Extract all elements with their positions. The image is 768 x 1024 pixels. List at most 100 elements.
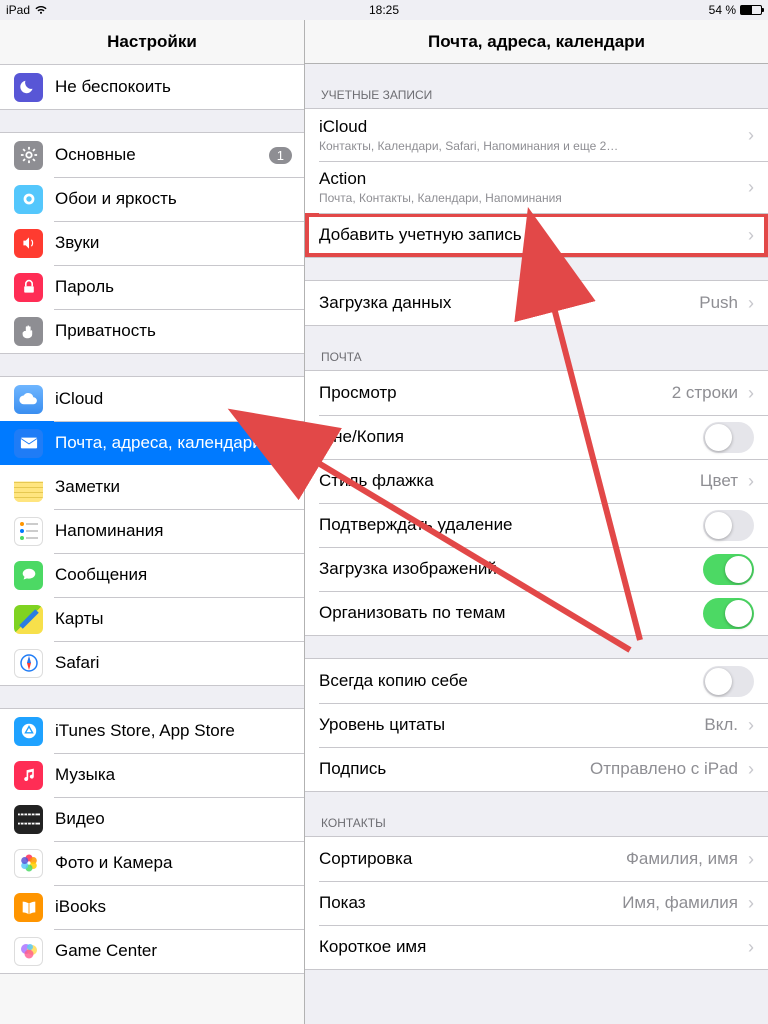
chevron-right-icon: ›: [748, 893, 754, 914]
setting-value: Имя, фамилия: [622, 893, 738, 913]
setting-value: Вкл.: [704, 715, 738, 735]
reminders-icon: [14, 517, 43, 546]
toggle-switch[interactable]: [703, 666, 754, 697]
sidebar-item-cloud[interactable]: iCloud: [0, 377, 304, 421]
sidebar-item-lock[interactable]: Пароль: [0, 265, 304, 309]
sidebar-item-label: Обои и яркость: [55, 189, 177, 209]
setting-row[interactable]: Уровень цитатыВкл.›: [305, 703, 768, 747]
video-icon: [14, 805, 43, 834]
mail2-group: Всегда копию себеУровень цитатыВкл.›Подп…: [305, 658, 768, 792]
setting-row[interactable]: Короткое имя›: [305, 925, 768, 969]
setting-value: 2 строки: [672, 383, 738, 403]
account-row[interactable]: iCloud Контакты, Календари, Safari, Напом…: [305, 109, 768, 161]
setting-row[interactable]: Организовать по темам: [305, 591, 768, 635]
setting-row[interactable]: ПоказИмя, фамилия›: [305, 881, 768, 925]
sidebar-item-notes[interactable]: Заметки: [0, 465, 304, 509]
sidebar-item-gamecenter[interactable]: Game Center: [0, 929, 304, 973]
settings-sidebar: Настройки Не беспокоить Основные1 Обои и я…: [0, 20, 305, 1024]
chevron-right-icon: ›: [748, 293, 754, 314]
setting-row[interactable]: Загрузка изображений: [305, 547, 768, 591]
toggle-switch[interactable]: [703, 510, 754, 541]
account-title: Добавить учетную запись: [319, 225, 742, 245]
sidebar-item-mail[interactable]: Почта, адреса, календари: [0, 421, 304, 465]
sidebar-item-label: Game Center: [55, 941, 157, 961]
sidebar-item-label: Safari: [55, 653, 99, 673]
setting-row[interactable]: СортировкаФамилия, имя›: [305, 837, 768, 881]
detail-title: Почта, адреса, календари: [305, 20, 768, 64]
compass-icon: [14, 649, 43, 678]
sidebar-item-label: iBooks: [55, 897, 106, 917]
setting-row[interactable]: Всегда копию себе: [305, 659, 768, 703]
sidebar-item-label: Фото и Камера: [55, 853, 172, 873]
music-icon: [14, 761, 43, 790]
sidebar-item-label: Музыка: [55, 765, 115, 785]
sidebar-item-label: iTunes Store, App Store: [55, 721, 235, 741]
account-row[interactable]: ActionПочта, Контакты, Календари, Напоми…: [305, 161, 768, 213]
setting-row[interactable]: Стиль флажкаЦвет›: [305, 459, 768, 503]
sidebar-title: Настройки: [0, 20, 304, 64]
sidebar-item-label: Сообщения: [55, 565, 147, 585]
chevron-right-icon: ›: [748, 125, 754, 146]
sidebar-item-label: Карты: [55, 609, 103, 629]
toggle-switch[interactable]: [703, 422, 754, 453]
speaker-icon: [14, 229, 43, 258]
accounts-group: iCloud Контакты, Календари, Safari, Напом…: [305, 108, 768, 258]
setting-row[interactable]: ПодписьОтправлено с iPad›: [305, 747, 768, 791]
sidebar-item-wallpaper[interactable]: Обои и яркость: [0, 177, 304, 221]
setting-title: Подпись: [319, 759, 590, 779]
setting-row[interactable]: Подтверждать удаление: [305, 503, 768, 547]
section-header-contacts: КОНТАКТЫ: [305, 792, 768, 836]
clock: 18:25: [369, 3, 399, 17]
sidebar-item-label: Звуки: [55, 233, 99, 253]
sidebar-item-label: Приватность: [55, 321, 156, 341]
sidebar-item-video[interactable]: Видео: [0, 797, 304, 841]
setting-title: Сортировка: [319, 849, 626, 869]
sidebar-item-label: Заметки: [55, 477, 120, 497]
toggle-switch[interactable]: [703, 598, 754, 629]
add-account-row[interactable]: Добавить учетную запись ›: [305, 213, 768, 257]
device-label: iPad: [6, 3, 30, 17]
sidebar-item-hand[interactable]: Приватность: [0, 309, 304, 353]
notes-icon: [14, 473, 43, 502]
maps-icon: [14, 605, 43, 634]
chevron-right-icon: ›: [748, 849, 754, 870]
cloud-icon: [14, 385, 43, 414]
sidebar-item-gear[interactable]: Основные1: [0, 133, 304, 177]
contacts-group: СортировкаФамилия, имя›ПоказИмя, фамилия…: [305, 836, 768, 970]
sidebar-item-speaker[interactable]: Звуки: [0, 221, 304, 265]
chevron-right-icon: ›: [748, 225, 754, 246]
sidebar-item-compass[interactable]: Safari: [0, 641, 304, 685]
sidebar-item-appstore[interactable]: iTunes Store, App Store: [0, 709, 304, 753]
sidebar-item-label: Пароль: [55, 277, 114, 297]
battery-percent: 54 %: [709, 3, 736, 17]
setting-row[interactable]: Мне/Копия: [305, 415, 768, 459]
chevron-right-icon: ›: [748, 715, 754, 736]
messages-icon: [14, 561, 43, 590]
setting-title: Всегда копию себе: [319, 671, 703, 691]
setting-title: Организовать по темам: [319, 603, 703, 623]
account-sub: Контакты, Календари, Safari, Напоминания…: [319, 139, 742, 153]
section-header-accounts: УЧЕТНЫЕ ЗАПИСИ: [305, 64, 768, 108]
chevron-right-icon: ›: [748, 383, 754, 404]
sidebar-item-moon[interactable]: Не беспокоить: [0, 65, 304, 109]
fetch-value: Push: [699, 293, 738, 313]
sidebar-item-label: Видео: [55, 809, 105, 829]
sidebar-item-reminders[interactable]: Напоминания: [0, 509, 304, 553]
fetch-group: Загрузка данных Push ›: [305, 280, 768, 326]
sidebar-item-label: Почта, адреса, календари: [55, 433, 262, 453]
wallpaper-icon: [14, 185, 43, 214]
sidebar-item-photos[interactable]: Фото и Камера: [0, 841, 304, 885]
chevron-right-icon: ›: [748, 759, 754, 780]
toggle-switch[interactable]: [703, 554, 754, 585]
mail-group: Просмотр2 строки›Мне/КопияСтиль флажкаЦв…: [305, 370, 768, 636]
sidebar-item-messages[interactable]: Сообщения: [0, 553, 304, 597]
setting-title: Стиль флажка: [319, 471, 700, 491]
sidebar-item-maps[interactable]: Карты: [0, 597, 304, 641]
sidebar-item-music[interactable]: Музыка: [0, 753, 304, 797]
sidebar-item-label: Не беспокоить: [55, 77, 171, 97]
moon-icon: [14, 73, 43, 102]
fetch-row[interactable]: Загрузка данных Push ›: [305, 281, 768, 325]
sidebar-item-ibooks[interactable]: iBooks: [0, 885, 304, 929]
setting-row[interactable]: Просмотр2 строки›: [305, 371, 768, 415]
account-title: iCloud: [319, 117, 742, 137]
